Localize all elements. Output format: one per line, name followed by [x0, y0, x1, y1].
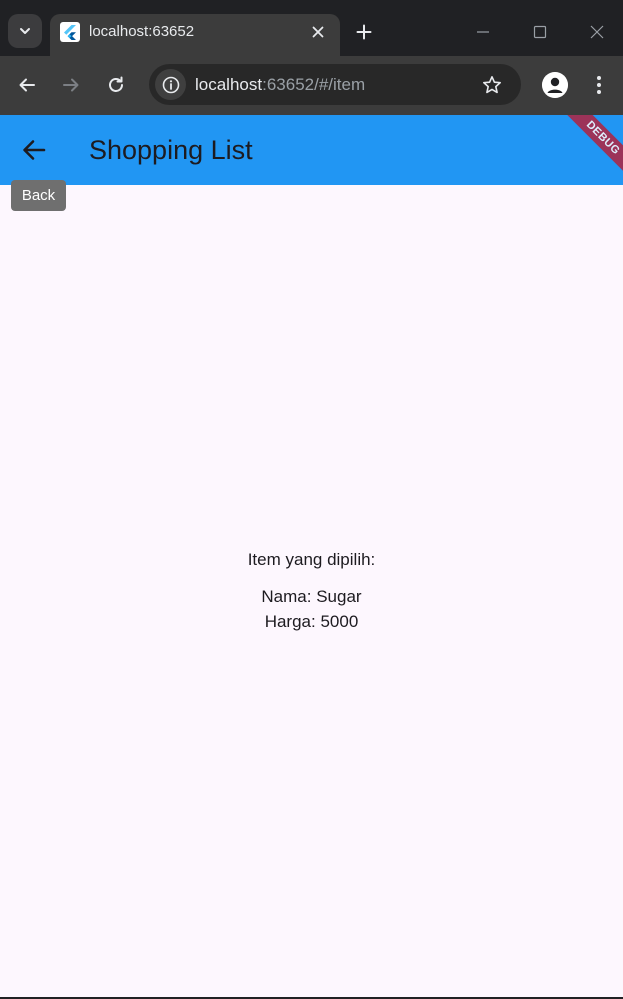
browser-window: localhost:63652 localhost:63652/#/item S…	[0, 0, 623, 999]
close-icon[interactable]	[308, 22, 328, 42]
flutter-icon	[60, 22, 80, 42]
tab-strip: localhost:63652	[0, 0, 623, 58]
maximize-icon[interactable]	[528, 20, 552, 44]
page-title: Shopping List	[89, 135, 253, 165]
detail-heading: Item yang dipilih:	[247, 550, 376, 569]
tab-search-button[interactable]	[8, 14, 42, 48]
info-icon[interactable]	[155, 69, 186, 100]
tab-title: localhost:63652	[89, 23, 195, 40]
url-host: localhost	[195, 75, 263, 94]
app-bar: Shopping List	[0, 115, 623, 185]
app-viewport: Shopping List DEBUG Back Item yang dipil…	[0, 115, 623, 997]
item-price: Harga: 5000	[264, 612, 359, 631]
reload-icon[interactable]	[103, 72, 129, 98]
arrow-right-icon[interactable]	[58, 72, 84, 98]
url-text: localhost:63652/#/item	[195, 74, 365, 95]
address-bar[interactable]: localhost:63652/#/item	[149, 64, 521, 105]
arrow-left-icon[interactable]	[14, 72, 40, 98]
close-window-icon[interactable]	[585, 20, 609, 44]
item-name: Nama: Sugar	[261, 587, 362, 606]
kebab-menu-icon[interactable]	[586, 72, 612, 98]
plus-icon[interactable]	[352, 20, 376, 44]
star-icon[interactable]	[480, 73, 504, 97]
chevron-down-icon	[20, 28, 30, 34]
back-arrow-icon[interactable]	[17, 135, 51, 165]
browser-toolbar: localhost:63652/#/item	[0, 56, 623, 115]
back-tooltip: Back	[11, 180, 66, 211]
url-path: :63652/#/item	[262, 75, 366, 94]
item-detail: Item yang dipilih: Nama: Sugar Harga: 50…	[0, 548, 623, 634]
minimize-icon[interactable]	[471, 20, 495, 44]
profile-icon[interactable]	[542, 72, 568, 98]
browser-tab[interactable]: localhost:63652	[50, 14, 340, 58]
